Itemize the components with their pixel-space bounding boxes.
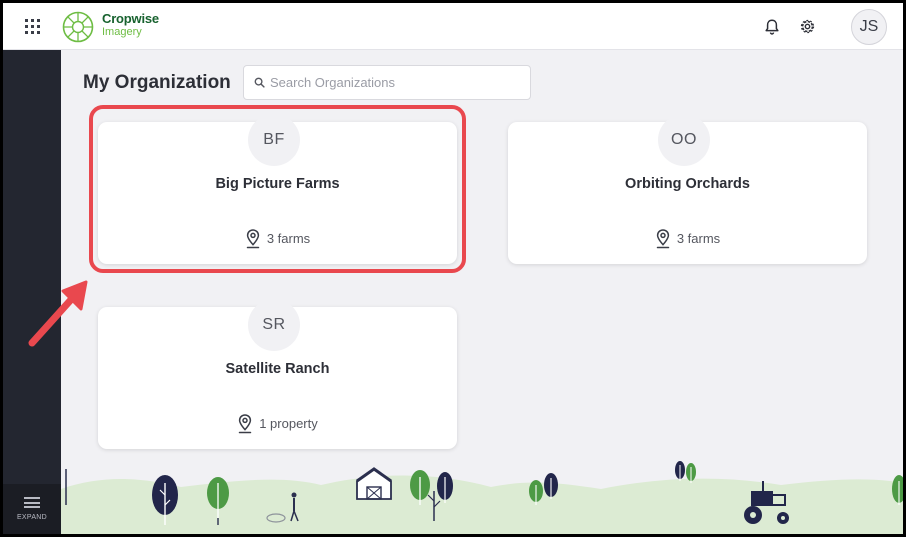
org-name: Big Picture Farms [215,176,340,192]
org-name: Orbiting Orchards [625,176,750,192]
org-meta-text: 3 farms [676,231,721,246]
cropwise-logo-icon [62,11,94,43]
hamburger-menu-icon [24,497,40,508]
org-avatar: OO [658,114,710,166]
top-bar: Cropwise Imagery JS [3,3,903,50]
location-pin-icon [656,229,670,249]
brand-sub: Imagery [102,26,142,39]
page-title: My Organization [83,72,231,93]
location-pin-icon [246,229,260,249]
gear-icon[interactable] [798,17,817,36]
red-arrow-annotation [28,280,88,347]
farm-landscape-illustration [61,461,903,534]
org-card-orbiting-orchards[interactable]: OO Orbiting Orchards 3 farms [508,114,867,264]
org-meta-text: 1 property [259,416,318,431]
org-meta: 1 property [98,413,457,434]
brand-name: Cropwise [102,11,159,26]
bell-icon[interactable] [763,18,781,36]
brand: Cropwise Imagery [102,11,159,39]
org-card-satellite-ranch[interactable]: SR Satellite Ranch 1 property [98,299,457,449]
org-meta: 3 farms [98,228,457,249]
user-avatar[interactable]: JS [851,9,887,45]
org-card-big-picture-farms[interactable]: BF Big Picture Farms 3 farms [98,114,457,264]
location-pin-icon [238,414,252,434]
app-window: Cropwise Imagery JS EXPAND My Organizati… [3,3,903,534]
search-box[interactable] [243,65,531,100]
apps-grid-icon[interactable] [25,19,40,34]
expand-button[interactable]: EXPAND [3,484,61,534]
org-meta-text: 3 farms [266,231,311,246]
org-name: Satellite Ranch [225,361,330,377]
expand-label: EXPAND [16,514,48,521]
search-input[interactable] [270,75,510,90]
org-avatar: BF [248,114,300,166]
org-meta: 3 farms [508,228,867,249]
search-icon [254,77,265,88]
org-avatar: SR [248,299,300,351]
